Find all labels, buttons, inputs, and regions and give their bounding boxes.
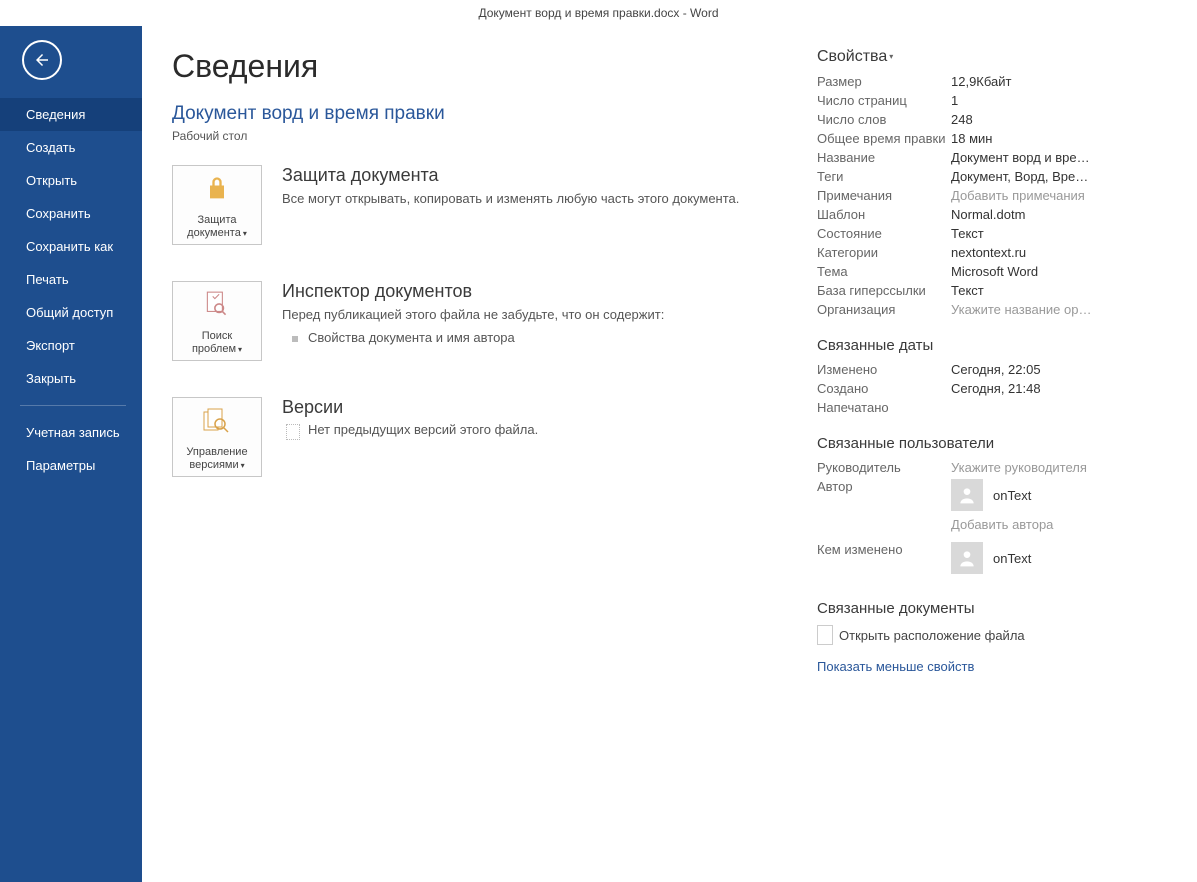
prop-tags-label: Теги xyxy=(817,169,951,184)
versions-empty: Нет предыдущих версий этого файла. xyxy=(282,422,787,440)
protect-document-button[interactable]: Защита документа▾ xyxy=(172,165,262,245)
date-modified-label: Изменено xyxy=(817,362,951,377)
backstage-sidebar: Сведения Создать Открыть Сохранить Сохра… xyxy=(0,26,142,882)
prop-tags-value[interactable]: Документ, Ворд, Вре… xyxy=(951,169,1177,184)
prop-words-value: 248 xyxy=(951,112,1177,127)
inspect-desc: Перед публикацией этого файла не забудьт… xyxy=(282,306,787,324)
nav-export[interactable]: Экспорт xyxy=(0,329,142,362)
nav-save[interactable]: Сохранить xyxy=(0,197,142,230)
related-people-heading: Связанные пользователи xyxy=(817,435,1177,452)
date-created-label: Создано xyxy=(817,381,951,396)
manager-label: Руководитель xyxy=(817,460,951,475)
prop-words-label: Число слов xyxy=(817,112,951,127)
nav-open[interactable]: Открыть xyxy=(0,164,142,197)
page-title: Сведения xyxy=(172,48,787,85)
prop-size-value: 12,9Кбайт xyxy=(951,74,1177,89)
prop-categories-value[interactable]: nextontext.ru xyxy=(951,245,1177,260)
content-area: Сведения Документ ворд и время правки Ра… xyxy=(142,26,1197,882)
inspect-document-button[interactable]: Поиск проблем▾ xyxy=(172,281,262,361)
titlebar: Документ ворд и время правки.docx - Word xyxy=(0,0,1197,26)
prop-comments-label: Примечания xyxy=(817,188,951,203)
prop-edittime-label: Общее время правки xyxy=(817,131,951,146)
prop-template-value: Normal.dotm xyxy=(951,207,1177,222)
prop-pages-value: 1 xyxy=(951,93,1177,108)
protect-heading: Защита документа xyxy=(282,165,787,186)
prop-org-label: Организация xyxy=(817,302,951,317)
prop-edittime-value: 18 мин xyxy=(951,131,1177,146)
versions-icon xyxy=(202,404,232,438)
protect-desc: Все могут открывать, копировать и изменя… xyxy=(282,190,787,208)
prop-pages-label: Число страниц xyxy=(817,93,951,108)
prop-status-label: Состояние xyxy=(817,226,951,241)
nav-info[interactable]: Сведения xyxy=(0,98,142,131)
prop-hyperlink-label: База гиперссылки xyxy=(817,283,951,298)
avatar-icon xyxy=(951,542,983,574)
properties-heading[interactable]: Свойства▾ xyxy=(817,48,1177,66)
avatar-icon xyxy=(951,479,983,511)
nav-new[interactable]: Создать xyxy=(0,131,142,164)
date-printed-value xyxy=(951,400,1177,415)
date-modified-value: Сегодня, 22:05 xyxy=(951,362,1177,377)
prop-name-value[interactable]: Документ ворд и вре… xyxy=(951,150,1177,165)
manage-versions-button[interactable]: Управление версиями▾ xyxy=(172,397,262,477)
lock-icon xyxy=(203,172,231,206)
inspect-bullet: Свойства документа и имя автора xyxy=(282,330,787,345)
prop-theme-label: Тема xyxy=(817,264,951,279)
nav-close[interactable]: Закрыть xyxy=(0,362,142,395)
nav-options[interactable]: Параметры xyxy=(0,449,142,482)
related-dates-heading: Связанные даты xyxy=(817,337,1177,354)
related-docs-heading: Связанные документы xyxy=(817,600,1177,617)
author-label: Автор xyxy=(817,479,951,494)
nav-account[interactable]: Учетная запись xyxy=(0,416,142,449)
prop-categories-label: Категории xyxy=(817,245,951,260)
show-fewer-properties-link[interactable]: Показать меньше свойств xyxy=(817,659,974,674)
file-icon xyxy=(817,625,833,645)
prop-hyperlink-value[interactable]: Текст xyxy=(951,283,1177,298)
prop-org-value[interactable]: Укажите название ор… xyxy=(951,302,1177,317)
lastmodby-label: Кем изменено xyxy=(817,542,951,557)
prop-name-label: Название xyxy=(817,150,951,165)
date-printed-label: Напечатано xyxy=(817,400,951,415)
prop-template-label: Шаблон xyxy=(817,207,951,222)
back-button[interactable] xyxy=(22,40,62,80)
prop-comments-value[interactable]: Добавить примечания xyxy=(951,188,1177,203)
nav-share[interactable]: Общий доступ xyxy=(0,296,142,329)
document-title: Документ ворд и время правки xyxy=(172,103,787,125)
prop-size-label: Размер xyxy=(817,74,951,89)
author-row[interactable]: onText xyxy=(951,479,1177,511)
date-created-value: Сегодня, 21:48 xyxy=(951,381,1177,396)
properties-panel: Свойства▾ Размер12,9Кбайт Число страниц1… xyxy=(817,48,1177,862)
document-icon xyxy=(286,424,300,440)
arrow-left-icon xyxy=(33,51,51,69)
document-location: Рабочий стол xyxy=(172,129,787,143)
lastmodby-row[interactable]: onText xyxy=(951,542,1177,574)
open-file-location-link[interactable]: Открыть расположение файла xyxy=(817,625,1177,645)
inspect-icon xyxy=(204,288,230,322)
add-author-link[interactable]: Добавить автора xyxy=(951,517,1177,532)
versions-heading: Версии xyxy=(282,397,787,418)
prop-status-value[interactable]: Текст xyxy=(951,226,1177,241)
nav-divider xyxy=(20,405,126,406)
manager-placeholder[interactable]: Укажите руководителя xyxy=(951,460,1177,475)
prop-theme-value[interactable]: Microsoft Word xyxy=(951,264,1177,279)
nav-save-as[interactable]: Сохранить как xyxy=(0,230,142,263)
inspect-heading: Инспектор документов xyxy=(282,281,787,302)
nav-print[interactable]: Печать xyxy=(0,263,142,296)
